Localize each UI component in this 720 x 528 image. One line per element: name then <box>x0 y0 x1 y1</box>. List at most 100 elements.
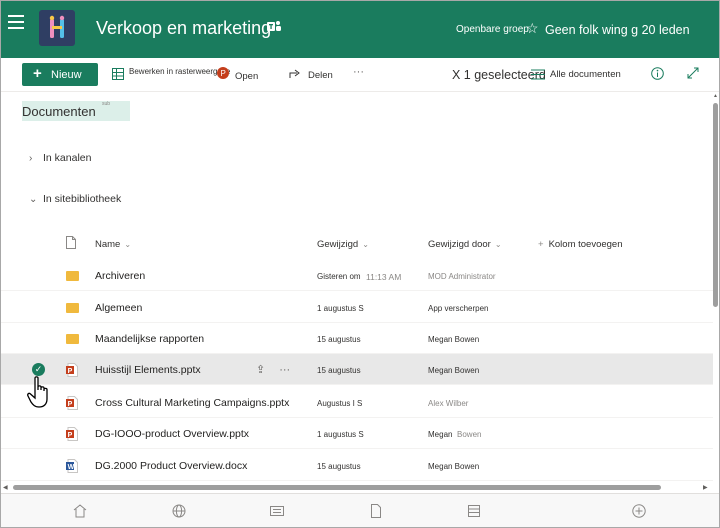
share-icon <box>289 69 300 78</box>
list-icon[interactable] <box>466 503 482 519</box>
group-label: In kanalen <box>43 152 92 164</box>
chevron-down-icon: ⌄ <box>362 240 369 249</box>
hand-cursor-icon <box>27 376 48 408</box>
info-icon[interactable] <box>651 67 664 80</box>
site-title[interactable]: Verkoop en marketing <box>96 18 271 39</box>
modified-by: App verscherpen <box>428 304 489 313</box>
column-modified-label: Gewijzigd <box>317 239 359 250</box>
file-type-icon[interactable] <box>66 236 76 249</box>
vertical-scrollbar-thumb[interactable] <box>713 103 718 307</box>
open-button[interactable]: Open <box>235 71 258 82</box>
column-modified-by-label: Gewijzigd door <box>428 239 491 250</box>
svg-text:P: P <box>68 401 73 408</box>
powerpoint-file-icon: P <box>66 363 78 377</box>
file-name[interactable]: Cross Cultural Marketing Campaigns.pptx <box>95 397 289 409</box>
modified-date: 1 augustus S <box>317 304 364 313</box>
list-column-header: Name ⌄ Gewijzigd ⌄ Gewijzigd door ⌄ + Kolom … <box>1 230 713 258</box>
command-bar: + Nieuw Bewerken in rasterweergave P Ope… <box>1 58 719 92</box>
file-name[interactable]: Algemeen <box>95 302 142 314</box>
app-window: Verkoop en marketing Openbare groep ☆ Ge… <box>0 0 720 528</box>
plus-icon: + <box>538 239 544 250</box>
group-in-site-library[interactable]: ⌄ In sitebibliotheek <box>29 193 121 205</box>
file-name[interactable]: Archiveren <box>95 270 145 282</box>
add-column-button[interactable]: + Kolom toevoegen <box>538 239 623 250</box>
modified-by: Megan Bowen <box>428 462 480 471</box>
file-row[interactable]: W DG.2000 Product Overview.docx 15 augustu… <box>1 450 713 481</box>
horizontal-scrollbar-thumb[interactable] <box>13 485 661 490</box>
group-type-label: Openbare groep <box>456 24 529 35</box>
file-name[interactable]: DG-IOOO-product Overview.pptx <box>95 428 249 440</box>
folder-row[interactable]: Archiveren Gisteren om 11:13 AM MOD Adminis… <box>1 260 713 291</box>
file-icon[interactable] <box>368 503 384 519</box>
share-button[interactable]: Delen <box>308 70 333 81</box>
library-title[interactable]: Documenten sub <box>22 101 130 121</box>
file-row[interactable]: P DG-IOOO-product Overview.pptx 1 augustus… <box>1 418 713 449</box>
chevron-right-icon: › <box>29 153 33 164</box>
modified-time: 11:13 AM <box>366 272 402 282</box>
folder-icon <box>66 271 79 281</box>
modified-by: MOD Administrator <box>428 272 496 281</box>
group-label: In sitebibliotheek <box>43 193 122 205</box>
teams-icon[interactable] <box>267 20 281 33</box>
column-modified-by[interactable]: Gewijzigd door ⌄ <box>428 239 502 250</box>
modified-date: 15 augustus <box>317 462 361 471</box>
news-icon[interactable] <box>269 503 285 519</box>
group-in-channels[interactable]: › In kanalen <box>29 152 91 164</box>
modified-date: Augustus I S <box>317 399 363 408</box>
file-name[interactable]: DG.2000 Product Overview.docx <box>95 460 247 472</box>
column-name[interactable]: Name ⌄ <box>95 239 131 250</box>
modified-date: 15 augustus <box>317 366 361 375</box>
site-header: Verkoop en marketing Openbare groep ☆ Ge… <box>1 1 719 58</box>
globe-icon[interactable] <box>171 503 187 519</box>
file-name[interactable]: Maandelijkse rapporten <box>95 333 204 345</box>
svg-text:P: P <box>68 432 73 439</box>
modified-date: 1 augustus S <box>317 430 364 439</box>
site-logo[interactable] <box>39 10 75 46</box>
folder-row[interactable]: Maandelijkse rapporten 15 augustus Megan B… <box>1 323 713 354</box>
plus-icon: + <box>33 65 42 82</box>
expand-icon[interactable] <box>687 67 699 79</box>
modified-by: Megan Bowen <box>428 366 480 375</box>
library-title-text: Documenten <box>22 104 96 119</box>
folder-icon <box>66 303 79 313</box>
edit-grid-view-button[interactable]: Bewerken in rasterweergave <box>129 67 230 76</box>
modified-by: Megan Bowen <box>428 335 480 344</box>
add-icon[interactable] <box>631 503 647 519</box>
home-icon[interactable] <box>72 503 88 519</box>
file-row[interactable]: P Cross Cultural Marketing Campaigns.pptx… <box>1 387 713 418</box>
follow-members-text[interactable]: Geen folk wing g 20 leden <box>545 23 690 37</box>
horizontal-scrollbar[interactable]: ◀ ▶ <box>1 483 712 492</box>
file-name[interactable]: Huisstijl Elements.pptx <box>95 364 201 376</box>
star-icon[interactable]: ☆ <box>526 20 539 37</box>
column-name-label: Name <box>95 239 121 250</box>
scroll-up-icon[interactable]: ▲ <box>713 93 718 99</box>
scroll-right-icon[interactable]: ▶ <box>703 484 708 491</box>
powerpoint-file-icon: P <box>66 427 78 441</box>
modified-date: Gisteren om <box>317 272 361 281</box>
folder-icon <box>66 334 79 344</box>
library-title-superscript: sub <box>102 101 111 107</box>
checkmark-icon[interactable]: ✓ <box>32 363 45 376</box>
powerpoint-open-icon: P <box>217 67 229 79</box>
modified-by: Megan <box>428 430 453 439</box>
column-modified[interactable]: Gewijzigd ⌄ <box>317 239 369 250</box>
view-selector[interactable]: Alle documenten <box>550 69 621 80</box>
chevron-down-icon: ⌄ <box>494 240 502 249</box>
scroll-left-icon[interactable]: ◀ <box>3 484 8 491</box>
row-actions: ⇪ ··· <box>256 363 290 376</box>
bottom-navigation <box>1 493 719 527</box>
more-options-button[interactable]: ··· <box>353 66 364 78</box>
folder-row[interactable]: Algemeen 1 augustus S App verscherpen <box>1 292 713 323</box>
hamburger-menu-icon[interactable] <box>8 15 24 29</box>
word-file-icon: W <box>66 459 78 473</box>
chevron-down-icon: ⌄ <box>124 240 132 249</box>
powerpoint-file-icon: P <box>66 396 78 410</box>
add-column-label: Kolom toevoegen <box>548 239 623 250</box>
file-row[interactable]: ✓ P Huisstijl Elements.pptx 15 augustus Mega… <box>1 354 713 385</box>
share-icon[interactable]: ⇪ <box>256 364 265 376</box>
more-icon[interactable]: ··· <box>279 364 290 376</box>
view-list-icon <box>531 69 545 80</box>
vertical-scrollbar[interactable]: ▲ <box>712 93 719 485</box>
grid-icon <box>112 68 124 80</box>
new-button[interactable]: + Nieuw <box>22 63 98 86</box>
